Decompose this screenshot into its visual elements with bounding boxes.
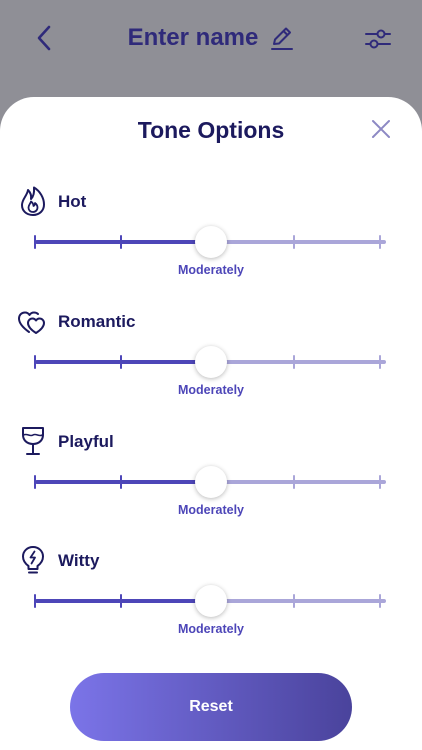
slider-tick [293, 355, 295, 369]
slider-tick [34, 594, 36, 608]
slider-thumb[interactable] [195, 226, 227, 258]
name-title[interactable]: Enter name [128, 24, 259, 52]
tone-romantic: Romantic Moderately [0, 305, 422, 415]
close-icon [372, 120, 390, 138]
top-bar: Enter name [0, 0, 422, 80]
chevron-left-icon [37, 25, 51, 51]
slider-track-remaining [211, 599, 386, 603]
slider-tick [120, 475, 122, 489]
slider-track-remaining [211, 480, 386, 484]
slider-tick [120, 594, 122, 608]
slider-track-remaining [211, 240, 386, 244]
slider-track-filled [35, 599, 211, 603]
back-button[interactable] [30, 22, 58, 54]
name-header: Enter name [0, 20, 422, 56]
slider-thumb[interactable] [195, 346, 227, 378]
slider-tick [293, 235, 295, 249]
tone-options-sheet: Tone Options Hot Moderately Romantic Mod… [0, 97, 422, 750]
lightbulb-icon [22, 546, 44, 574]
tone-hot: Hot Moderately [0, 185, 422, 295]
filter-settings-button[interactable] [363, 24, 393, 54]
edit-name-button[interactable] [270, 25, 294, 51]
slider-thumb[interactable] [195, 585, 227, 617]
tone-label: Romantic [58, 312, 136, 331]
tone-level-label: Moderately [178, 622, 244, 636]
pencil-icon [271, 27, 294, 50]
tone-level-label: Moderately [178, 263, 244, 277]
reset-label: Reset [189, 698, 233, 715]
tone-level-label: Moderately [178, 503, 244, 517]
slider-tick [34, 475, 36, 489]
slider-track-filled [35, 240, 211, 244]
romantic-slider[interactable] [30, 345, 392, 379]
tone-label: Hot [58, 192, 87, 211]
reset-button[interactable]: Reset [70, 673, 352, 741]
slider-track-filled [35, 360, 211, 364]
witty-slider[interactable] [30, 584, 392, 618]
wine-glass-icon [22, 427, 44, 455]
tone-playful: Playful Moderately [0, 425, 422, 535]
sliders-icon [365, 29, 391, 49]
slider-tick [379, 235, 381, 249]
slider-tick [379, 475, 381, 489]
slider-tick [293, 475, 295, 489]
hearts-icon [18, 311, 45, 334]
slider-track-filled [35, 480, 211, 484]
playful-slider[interactable] [30, 465, 392, 499]
tone-label: Playful [58, 432, 114, 451]
close-button[interactable] [369, 117, 393, 141]
slider-tick [120, 235, 122, 249]
tone-witty: Witty Moderately [0, 544, 422, 654]
slider-tick [379, 355, 381, 369]
tone-label: Witty [58, 551, 100, 570]
slider-tick [293, 594, 295, 608]
slider-tick [120, 355, 122, 369]
slider-tick [34, 235, 36, 249]
slider-tick [34, 355, 36, 369]
slider-tick [379, 594, 381, 608]
sheet-title: Tone Options [137, 117, 285, 143]
slider-thumb[interactable] [195, 466, 227, 498]
slider-track-remaining [211, 360, 386, 364]
tone-level-label: Moderately [178, 383, 244, 397]
flame-icon [21, 186, 45, 216]
hot-slider[interactable] [30, 225, 392, 259]
